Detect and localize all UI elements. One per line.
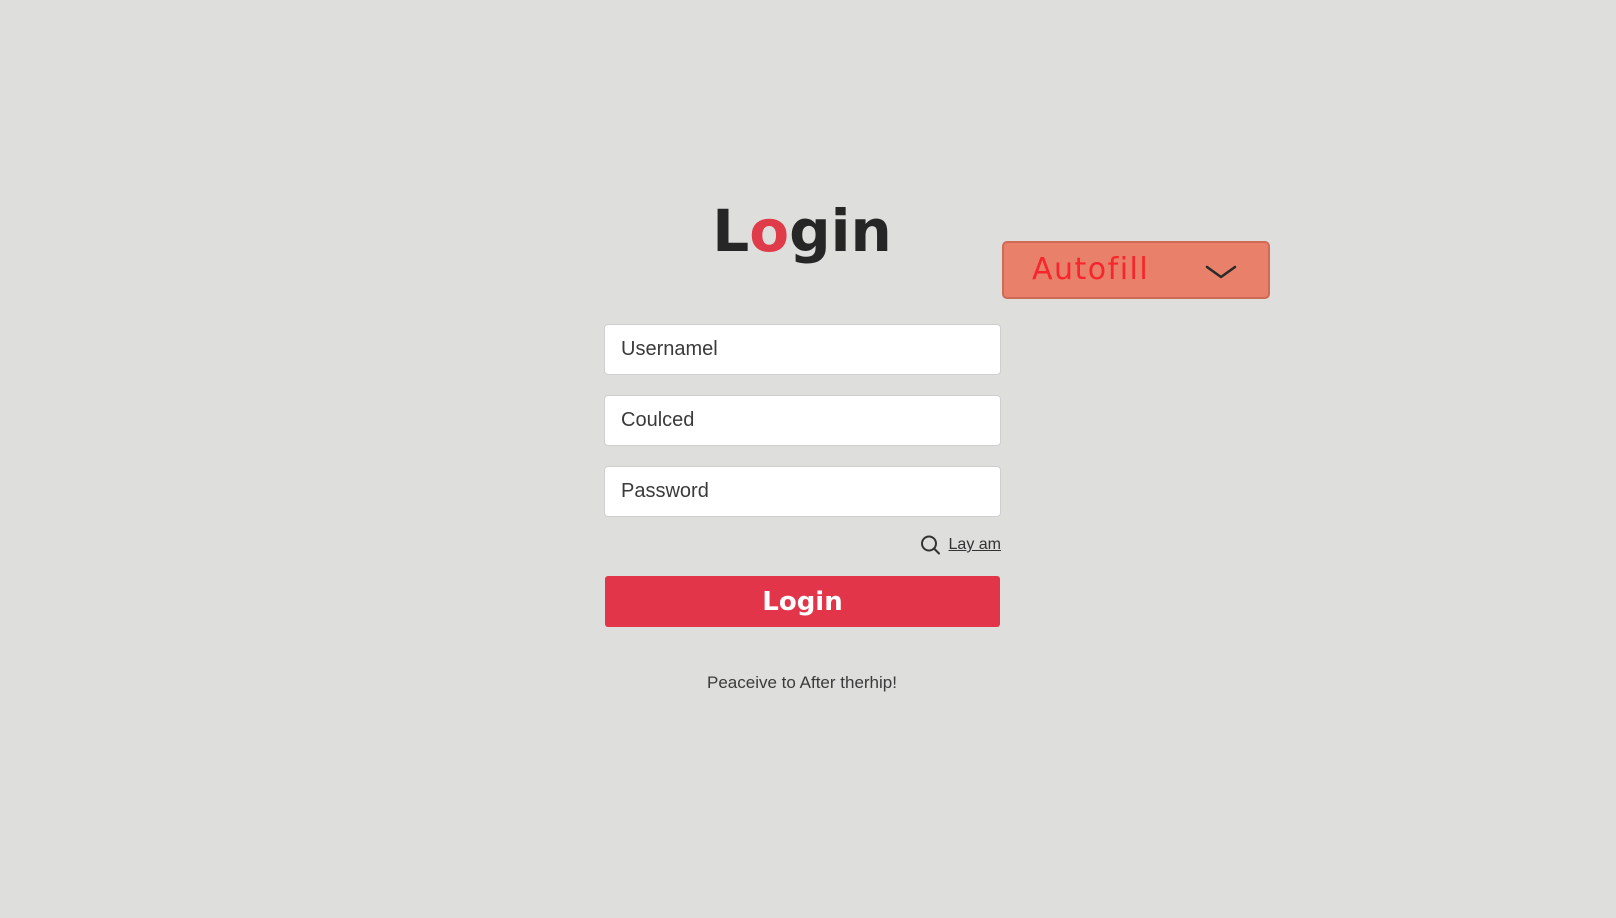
page-title-suffix: gin [789, 197, 892, 265]
page-title-prefix: L [712, 197, 750, 265]
autofill-dropdown-button[interactable]: Autofill [1002, 241, 1270, 299]
page-title: Login [0, 196, 1604, 266]
helper-link[interactable]: Lay am [919, 534, 1001, 556]
footer-text: Peaceive to After therhip! [707, 673, 897, 692]
chevron-down-icon [1205, 265, 1237, 279]
helper-link-label: Lay am [948, 536, 1001, 553]
password-field[interactable] [604, 466, 1001, 517]
search-icon [920, 535, 940, 555]
page-title-accent-letter: o [749, 197, 790, 265]
second-field[interactable] [604, 395, 1001, 446]
login-button[interactable]: Login [605, 576, 1000, 627]
username-field[interactable] [604, 324, 1001, 375]
autofill-label: Autofill [1032, 252, 1150, 287]
